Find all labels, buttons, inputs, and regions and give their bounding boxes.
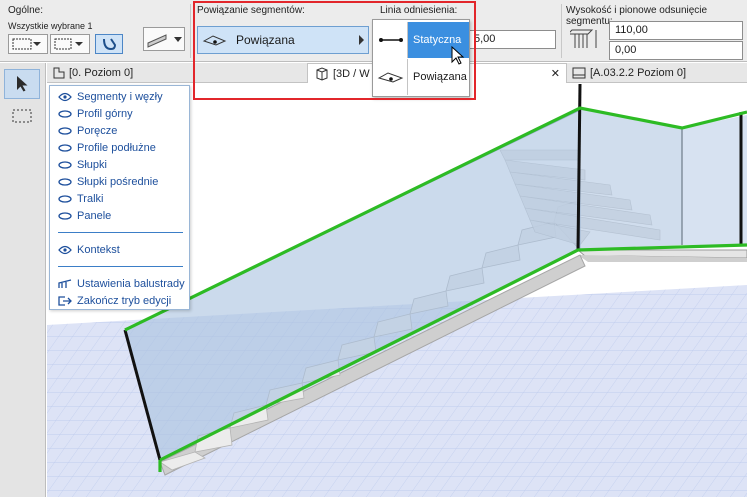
eye-icon [58,245,72,255]
menu-item-panels[interactable]: Panele [58,208,111,224]
reference-line-field[interactable]: 5,00 [468,30,556,49]
close-tab-icon[interactable]: ✕ [551,67,560,80]
visibility-icon [58,161,72,169]
node-select-icon [54,38,83,50]
tab-floor-plan[interactable]: [0. Poziom 0] [50,63,150,83]
magnet-icon [103,38,117,51]
menu-item-label: Poręcze [77,125,118,137]
menu-item-label: Segmenty i węzły [77,91,163,103]
menu-item-rails[interactable]: Profile podłużne [58,140,156,156]
tab-layout[interactable]: [A.03.2.2 Poziom 0] [569,63,747,83]
segment-height-icon [570,29,597,48]
visibility-icon [58,195,72,203]
menu-item-inner-posts[interactable]: Słupki pośrednie [58,174,158,190]
menu-divider [58,232,183,233]
menu-item-label: Panele [77,210,112,222]
reference-line-value: 5,00 [474,33,496,45]
menu-item-label: Profil górny [77,108,133,120]
menu-item-label: Tralki [77,193,104,205]
annotation-highlight [193,1,476,100]
menu-item-posts[interactable]: Słupki [58,157,107,173]
visibility-icon [58,212,72,220]
menu-divider [58,266,183,267]
segment-select-icon [12,38,41,50]
select-nodes-button[interactable] [50,34,90,54]
visibility-icon [58,127,72,135]
menu-item-exit-edit[interactable]: Zakończ tryb edycji [58,293,171,309]
select-all-segments-button[interactable] [8,34,48,54]
floor-plan-icon [53,67,65,79]
glass-panel-landing [580,108,682,250]
marquee-tool[interactable] [4,101,40,131]
segment-height-field[interactable]: 110,00 [609,21,743,40]
menu-item-handrails[interactable]: Poręcze [58,123,117,139]
glass-panel-side [682,115,747,245]
selection-count-label: Wszystkie wybrane 1 [8,21,93,31]
arrow-tool[interactable] [4,69,40,99]
menu-item-balusters[interactable]: Tralki [58,191,103,207]
marquee-icon [12,109,32,123]
exit-icon [58,296,72,306]
visibility-icon [58,110,72,118]
menu-item-label: Ustawienia balustrady [77,278,185,290]
segment-offset-value: 0,00 [615,44,637,56]
railing-edit-menu: Segmenty i węzły Profil górny Poręcze Pr… [49,85,190,310]
pointer-arrow-icon [17,76,28,92]
magnet-snap-button[interactable] [95,34,123,54]
menu-item-context[interactable]: Kontekst [58,242,120,258]
menu-item-top-rail[interactable]: Profil górny [58,106,133,122]
segment-height-value: 110,00 [615,24,648,36]
panel-type-dropdown[interactable] [143,27,185,51]
eye-icon [58,92,72,102]
general-title: Ogólne: [8,5,44,16]
visibility-icon [58,144,72,152]
menu-item-label: Zakończ tryb edycji [77,295,172,307]
visibility-icon [58,178,72,186]
tab-layout-label: [A.03.2.2 Poziom 0] [590,67,686,79]
toolbox [0,63,46,497]
railing-settings-icon [58,279,72,288]
menu-item-label: Słupki [77,159,107,171]
layout-icon [572,67,586,79]
tab-floor-plan-label: [0. Poziom 0] [69,67,134,79]
menu-item-segments[interactable]: Segmenty i węzły [58,89,163,105]
segment-offset-field[interactable]: 0,00 [609,41,743,60]
menu-item-label: Profile podłużne [77,142,156,154]
menu-item-railing-settings[interactable]: Ustawienia balustrady [58,276,185,292]
panel-type-icon [147,34,182,48]
menu-item-label: Słupki pośrednie [77,176,159,188]
menu-item-label: Kontekst [77,244,120,256]
